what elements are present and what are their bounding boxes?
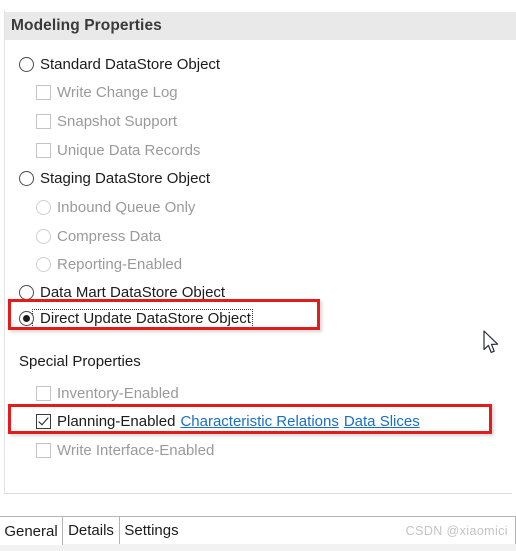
checkbox-snapshot-support: [36, 113, 51, 129]
option-label-inbound-queue-only: Inbound Queue Only: [57, 198, 196, 216]
checkbox-write-interface-enabled: [36, 442, 51, 458]
option-row-snapshot-support: Snapshot Support: [36, 109, 177, 133]
option-row-unique-data-records: Unique Data Records: [36, 138, 200, 162]
modeling-properties-panel: Modeling Properties Standard DataStore O…: [0, 0, 516, 551]
option-label-compress-data: Compress Data: [57, 227, 162, 245]
option-row-direct-update-datastore-object[interactable]: Direct Update DataStore Object: [19, 306, 253, 330]
radio-staging-datastore-object[interactable]: [19, 170, 34, 186]
option-row-planning-enabled[interactable]: Planning-Enabled Characteristic Relations…: [36, 409, 420, 433]
content-bottom-divider: [4, 493, 512, 494]
tab-general-label: General: [4, 522, 58, 540]
option-label-standard-datastore-object: Standard DataStore Object: [40, 55, 221, 73]
option-label-staging-datastore-object: Staging DataStore Object: [40, 169, 211, 187]
tab-general[interactable]: General: [0, 516, 63, 545]
option-row-inventory-enabled: Inventory-Enabled: [36, 381, 179, 405]
option-row-inbound-queue-only: Inbound Queue Only: [36, 195, 195, 219]
radio-compress-data: [36, 228, 51, 244]
radio-inbound-queue-only: [36, 199, 51, 215]
option-label-direct-update-datastore-object: Direct Update DataStore Object: [32, 308, 253, 328]
option-row-write-interface-enabled: Write Interface-Enabled: [36, 438, 214, 462]
mouse-pointer-icon: [483, 330, 501, 356]
tab-details-label: Details: [68, 522, 114, 539]
radio-data-mart-datastore-object[interactable]: [19, 284, 34, 300]
radio-direct-update-datastore-object[interactable]: [19, 310, 34, 326]
option-row-compress-data: Compress Data: [36, 224, 161, 248]
window-bottom-strip: [0, 544, 516, 551]
tab-settings[interactable]: Settings: [119, 516, 184, 544]
checkbox-write-change-log: [36, 84, 51, 100]
option-label-unique-data-records: Unique Data Records: [57, 141, 201, 159]
option-label-write-interface-enabled: Write Interface-Enabled: [57, 441, 215, 459]
option-label-data-mart-datastore-object: Data Mart DataStore Object: [40, 283, 226, 301]
checkbox-inventory-enabled: [36, 385, 51, 401]
option-row-staging-datastore-object[interactable]: Staging DataStore Object: [19, 166, 210, 190]
option-label-reporting-enabled: Reporting-Enabled: [57, 255, 183, 273]
option-label-planning-enabled: Planning-Enabled: [57, 412, 176, 430]
option-row-standard-datastore-object[interactable]: Standard DataStore Object: [19, 52, 220, 76]
option-row-data-mart-datastore-object[interactable]: Data Mart DataStore Object: [19, 280, 225, 304]
checkbox-unique-data-records: [36, 142, 51, 158]
radio-reporting-enabled: [36, 256, 51, 272]
option-label-write-change-log: Write Change Log: [57, 83, 178, 101]
checkbox-planning-enabled[interactable]: [36, 413, 51, 429]
modeling-properties-header: Modeling Properties: [5, 12, 516, 40]
tab-details[interactable]: Details: [62, 516, 120, 544]
watermark: CSDN @xiaomici: [405, 524, 508, 538]
option-row-write-change-log: Write Change Log: [36, 80, 178, 104]
option-label-snapshot-support: Snapshot Support: [57, 112, 178, 130]
characteristic-relations-link[interactable]: Characteristic Relations: [175, 413, 338, 430]
data-slices-link[interactable]: Data Slices: [339, 413, 420, 430]
tab-settings-label: Settings: [124, 522, 179, 539]
option-row-reporting-enabled: Reporting-Enabled: [36, 252, 182, 276]
page-title: Modeling Properties: [11, 17, 162, 34]
special-properties-label: Special Properties: [19, 353, 141, 370]
option-label-inventory-enabled: Inventory-Enabled: [57, 384, 179, 402]
radio-standard-datastore-object[interactable]: [19, 56, 34, 72]
panel-left-divider: [4, 10, 5, 493]
